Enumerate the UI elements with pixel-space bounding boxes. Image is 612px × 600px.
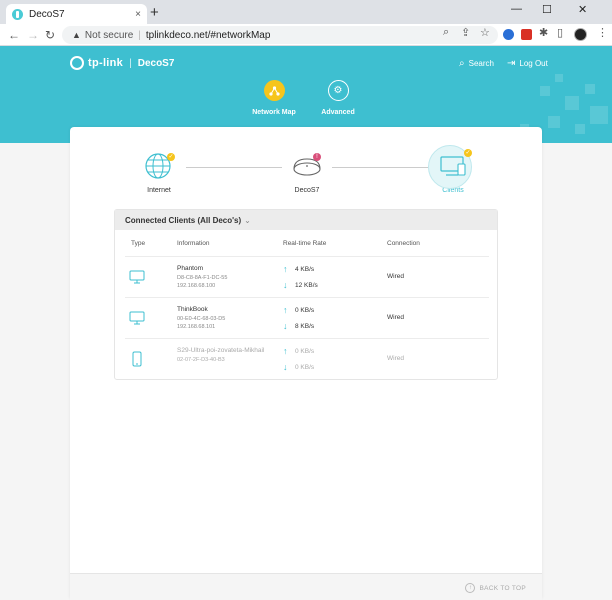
monitor-icon xyxy=(129,269,145,285)
internet-node[interactable]: ✓ Internet xyxy=(124,151,194,194)
reload-icon[interactable]: ↻ xyxy=(45,27,55,43)
security-label: Not secure xyxy=(84,29,134,41)
column-header-information: Information xyxy=(177,240,210,247)
arrow-down-icon: ↓ xyxy=(283,321,288,331)
extensions-puzzle-icon[interactable]: ✱ xyxy=(539,26,548,39)
maximize-button[interactable]: ☐ xyxy=(542,3,552,16)
arrow-down-icon: ↓ xyxy=(283,362,288,372)
page: tp-link | DecoS7 ⌕ Search ⇥ Log Out Netw… xyxy=(0,46,612,600)
search-icon: ⌕ xyxy=(459,58,465,69)
back-to-top-button[interactable]: ↑ BACK TO TOP xyxy=(465,583,526,593)
address-bar[interactable]: ▲ Not secure | tplinkdeco.net/#networkMa… xyxy=(62,26,498,44)
arrow-up-icon: ↑ xyxy=(283,264,288,274)
profile-avatar[interactable] xyxy=(574,28,587,41)
model-name: DecoS7 xyxy=(137,57,175,69)
column-header-connection: Connection xyxy=(387,240,420,247)
window-close-button[interactable]: ✕ xyxy=(578,3,587,16)
brand-name: tp-link xyxy=(88,57,124,69)
download-rate: ↓ 0 KB/s xyxy=(283,362,315,372)
tab-close-icon[interactable]: × xyxy=(135,9,141,20)
client-mac: 02-07-2F-D3-40-B3 xyxy=(177,357,225,363)
download-rate: ↓ 8 KB/s xyxy=(283,321,315,331)
client-row[interactable]: S29-Ultra-poi-zovateta-Mikhail 02-07-2F-… xyxy=(125,338,489,379)
status-ok-badge: ✓ xyxy=(167,153,175,161)
logout-button[interactable]: ⇥ Log Out xyxy=(507,58,548,69)
phone-icon xyxy=(129,351,145,367)
monitor-icon xyxy=(129,310,145,326)
client-name: S29-Ultra-poi-zovateta-Mikhail xyxy=(177,347,265,354)
client-ip: 192.168.68.101 xyxy=(177,324,216,330)
globe-icon: ✓ xyxy=(144,151,175,181)
bookmark-star-icon[interactable]: ☆ xyxy=(480,26,490,39)
extension-red-icon[interactable] xyxy=(521,29,532,40)
topology-link xyxy=(186,167,282,168)
client-row[interactable]: Phantom D8-C8-8A-F1-DC-55 192.168.68.100… xyxy=(125,256,489,297)
topology-link xyxy=(332,167,428,168)
clients-devices-icon: ✓ xyxy=(438,149,472,181)
connection-type: Wired xyxy=(387,314,404,321)
forward-arrow-icon[interactable]: → xyxy=(27,27,39,43)
client-mac: 00-E0-4C-68-03-D5 xyxy=(177,316,226,322)
alert-badge: ! xyxy=(313,153,321,161)
connection-type: Wired xyxy=(387,355,404,362)
upload-rate: ↑ 0 KB/s xyxy=(283,305,315,315)
search-lens-icon[interactable]: ⌕ xyxy=(443,26,449,39)
arrow-up-icon: ↑ xyxy=(283,346,288,356)
column-header-rate: Real-time Rate xyxy=(283,240,327,247)
upload-rate: ↑ 4 KB/s xyxy=(283,264,315,274)
client-ip: 192.168.68.100 xyxy=(177,283,216,289)
tab-advanced[interactable]: ⚙ Advanced xyxy=(308,80,368,116)
clients-filter-dropdown[interactable]: Connected Clients (All Deco's) ⌄ xyxy=(115,210,497,230)
minimize-button[interactable]: — xyxy=(511,3,522,15)
gear-icon: ⚙ xyxy=(327,80,349,101)
clients-node[interactable]: ✓ Clients xyxy=(418,145,488,194)
client-name: Phantom xyxy=(177,265,204,272)
share-icon[interactable]: ⇪ xyxy=(461,26,470,39)
search-button[interactable]: ⌕ Search xyxy=(459,58,494,69)
menu-kebab-icon[interactable]: ⋮ xyxy=(597,26,608,39)
tplink-logo-icon xyxy=(70,56,84,70)
column-header-type: Type xyxy=(131,240,146,247)
browser-tab[interactable]: DecoS7 × xyxy=(6,4,147,24)
client-row[interactable]: ThinkBook 00-E0-4C-68-03-D5 192.168.68.1… xyxy=(125,297,489,338)
tab-network-map[interactable]: Network Map xyxy=(244,80,304,116)
deco-node[interactable]: ! DecoS7 xyxy=(272,151,342,194)
connected-clients-panel: Connected Clients (All Deco's) ⌄ Type In… xyxy=(114,209,498,380)
extension-blue-icon[interactable] xyxy=(503,29,514,40)
client-mac: D8-C8-8A-F1-DC-55 xyxy=(177,275,228,281)
tab-title: DecoS7 xyxy=(29,8,65,20)
url-text: tplinkdeco.net/#networkMap xyxy=(145,29,271,41)
back-arrow-icon[interactable]: ← xyxy=(8,27,20,43)
download-rate: ↓ 12 KB/s xyxy=(283,280,318,290)
page-footer: ↑ BACK TO TOP xyxy=(70,573,542,600)
warning-triangle-icon[interactable]: ▲ xyxy=(72,30,81,40)
new-tab-button[interactable]: + xyxy=(150,5,159,21)
arrow-up-circle-icon: ↑ xyxy=(465,583,476,593)
side-panel-icon[interactable]: ▯ xyxy=(557,26,563,39)
client-name: ThinkBook xyxy=(177,306,208,313)
logout-icon: ⇥ xyxy=(507,58,516,69)
arrow-up-icon: ↑ xyxy=(283,305,288,315)
network-map-icon xyxy=(263,80,285,101)
chevron-down-icon: ⌄ xyxy=(244,215,251,225)
upload-rate: ↑ 0 KB/s xyxy=(283,346,315,356)
status-ok-badge: ✓ xyxy=(464,149,472,157)
browser-tab-strip: DecoS7 × + — ☐ ✕ xyxy=(0,0,612,24)
brand-logo[interactable]: tp-link | DecoS7 xyxy=(70,56,174,70)
connection-type: Wired xyxy=(387,273,404,280)
browser-toolbar: ← → ↻ ▲ Not secure | tplinkdeco.net/#net… xyxy=(0,24,612,46)
arrow-down-icon: ↓ xyxy=(283,280,288,290)
tplink-favicon-icon xyxy=(12,8,23,20)
main-card: ✓ Internet ! DecoS7 ✓ Clients Connected … xyxy=(70,127,542,600)
deco-router-icon: ! xyxy=(292,151,322,181)
